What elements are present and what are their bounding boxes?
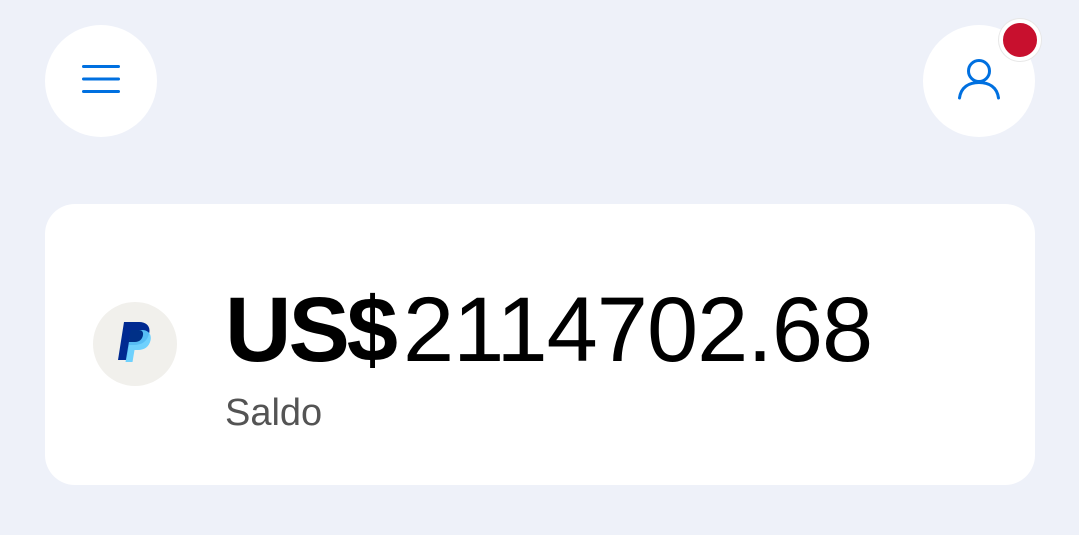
hamburger-menu-icon (82, 64, 120, 99)
notification-badge (999, 19, 1041, 61)
menu-button[interactable] (45, 25, 157, 137)
balance-value: 2114702.68 (402, 279, 873, 381)
paypal-logo (93, 302, 177, 386)
user-profile-icon (957, 58, 1001, 105)
balance-label: Saldo (225, 392, 323, 434)
balance-amount: US$2114702.68 (225, 279, 873, 381)
balance-card[interactable]: US$2114702.68 Saldo (45, 204, 1035, 485)
paypal-logo-icon (115, 320, 155, 369)
currency-symbol: US$ (225, 279, 398, 381)
